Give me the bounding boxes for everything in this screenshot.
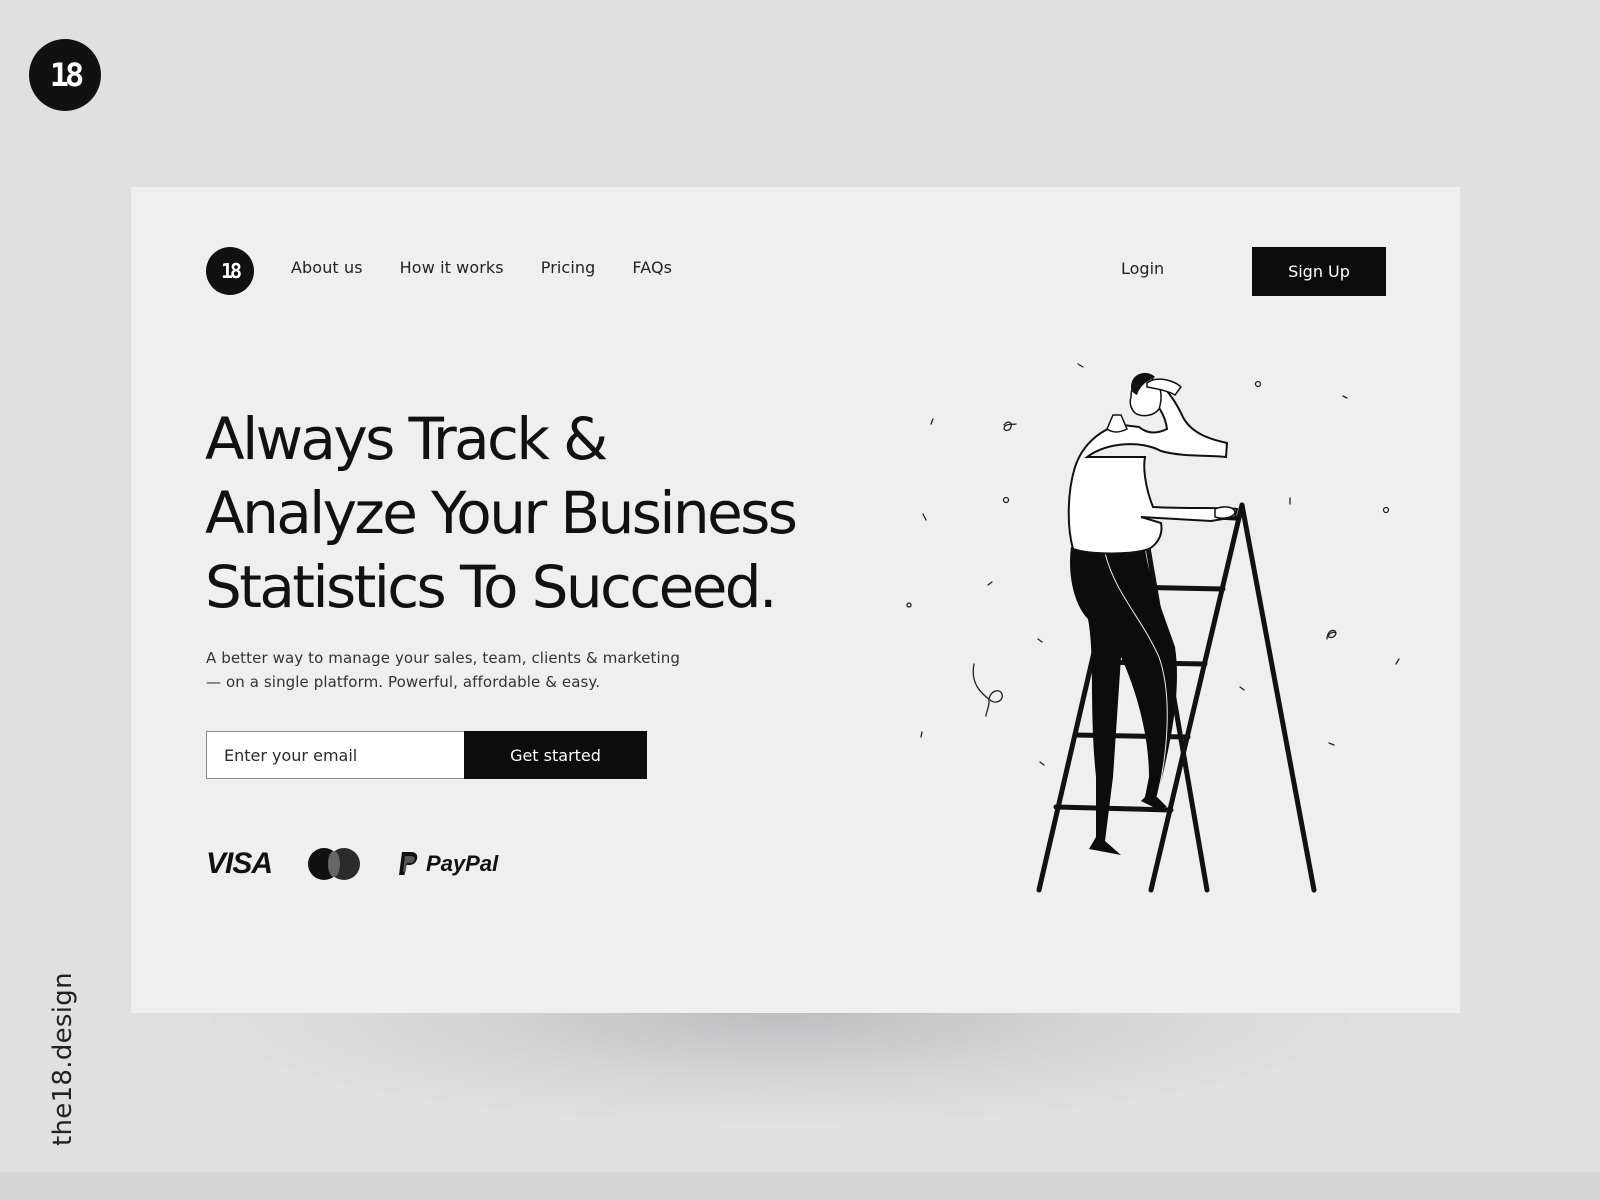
nav-links: About us How it works Pricing FAQs [291, 258, 709, 277]
ladder-rung [1053, 804, 1174, 813]
hero-subtitle-line: A better way to manage your sales, team,… [206, 649, 681, 667]
doodle-squiggle [1326, 629, 1337, 640]
doodle-circle [1254, 380, 1262, 388]
paypal-wordmark: PayPal [426, 851, 499, 876]
ladder-rung [1073, 732, 1191, 740]
doodle-squiggle [972, 663, 1003, 717]
ladder-back-leg [1239, 502, 1317, 893]
doodle-dash [1342, 395, 1348, 399]
paypal-logo: PayPal [396, 850, 498, 878]
nav-link-about-us[interactable]: About us [291, 258, 363, 277]
doodle-dash [987, 581, 993, 586]
doodle-dash [1077, 363, 1084, 368]
doodle-dash [1239, 686, 1245, 691]
mastercard-logo [308, 848, 361, 880]
hero-subtitle-line: — on a single platform. Powerful, afford… [206, 673, 601, 691]
man-on-ladder-illustration [906, 363, 1400, 893]
nav-logo[interactable]: 18 [206, 247, 254, 295]
doodle-squiggle [1003, 421, 1017, 432]
doodle-circle [906, 602, 912, 608]
doodle-dash [1039, 761, 1045, 766]
doodle-circle [1002, 496, 1010, 504]
mastercard-overlap [328, 851, 341, 877]
brand-badge-logo: 18 [29, 39, 101, 111]
email-signup-form: Get started [206, 731, 647, 779]
doodle-dash [920, 731, 923, 738]
login-link[interactable]: Login [1121, 259, 1164, 278]
doodle-dash [1395, 658, 1400, 665]
email-input[interactable] [206, 731, 464, 779]
hero-title-line: Always Track & [205, 405, 608, 473]
payment-logos: VISA PayPal [206, 847, 498, 881]
person [1067, 372, 1239, 855]
doodle-dash [930, 418, 934, 425]
card-shadow [210, 1013, 1350, 1123]
sign-up-button[interactable]: Sign Up [1252, 247, 1386, 296]
hand-on-ladder [1214, 506, 1236, 519]
nav-link-faqs[interactable]: FAQs [632, 258, 672, 277]
doodle-dash [1328, 742, 1335, 746]
hero-title-line: Analyze Your Business [205, 479, 798, 547]
turtleneck-collar [1106, 414, 1128, 433]
nav-link-how-it-works[interactable]: How it works [400, 258, 504, 277]
top-navigation: 18 About us How it works Pricing FAQs Lo… [131, 187, 1460, 296]
visa-logo: VISA [206, 847, 273, 880]
hero-subtitle: A better way to manage your sales, team,… [206, 646, 766, 694]
doodle-circle [1382, 506, 1390, 514]
hero-title: Always Track & Analyze Your Business Sta… [205, 402, 925, 624]
doodle-dash [922, 513, 927, 521]
site-caption: the18.design [48, 972, 78, 1146]
nav-link-pricing[interactable]: Pricing [541, 258, 596, 277]
bottom-band [0, 1172, 1600, 1200]
landing-page-card: 18 About us How it works Pricing FAQs Lo… [131, 187, 1460, 1013]
paypal-icon [399, 852, 418, 875]
get-started-button[interactable]: Get started [464, 731, 647, 779]
hero-title-line: Statistics To Succeed. [205, 553, 777, 621]
doodle-dash [1037, 638, 1043, 643]
